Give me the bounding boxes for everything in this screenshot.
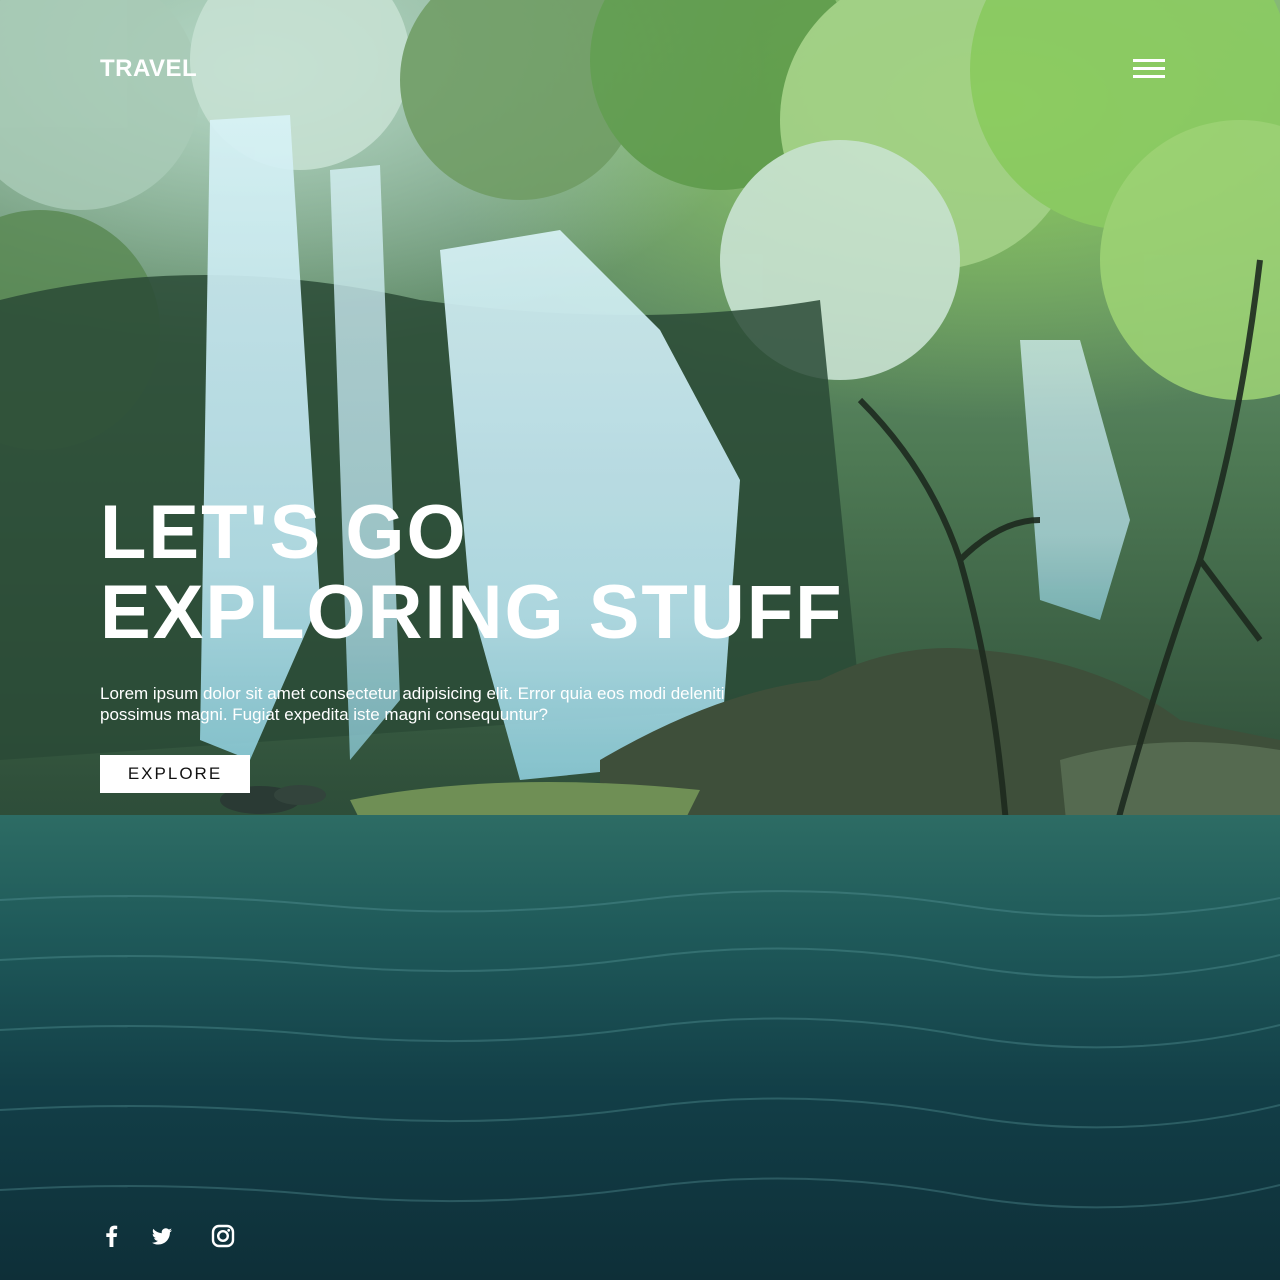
twitter-icon[interactable]	[146, 1220, 178, 1252]
hero-section: LET'S GO EXPLORING STUFF Lorem ipsum dol…	[100, 493, 920, 793]
menu-bar	[1133, 75, 1165, 78]
brand-logo[interactable]: TRAVEL	[100, 55, 197, 83]
hero-title-line-2: EXPLORING STUFF	[100, 570, 844, 655]
hero-title: LET'S GO EXPLORING STUFF	[100, 493, 920, 653]
hamburger-menu-icon[interactable]	[1133, 57, 1165, 81]
facebook-icon[interactable]	[96, 1220, 128, 1252]
explore-button[interactable]: EXPLORE	[100, 755, 250, 793]
menu-bar	[1133, 59, 1165, 62]
instagram-icon[interactable]	[207, 1220, 239, 1252]
hero-description: Lorem ipsum dolor sit amet consectetur a…	[100, 684, 725, 724]
hero-title-line-1: LET'S GO	[100, 490, 468, 575]
menu-bar	[1133, 67, 1165, 70]
site-header: TRAVEL	[100, 52, 1165, 88]
